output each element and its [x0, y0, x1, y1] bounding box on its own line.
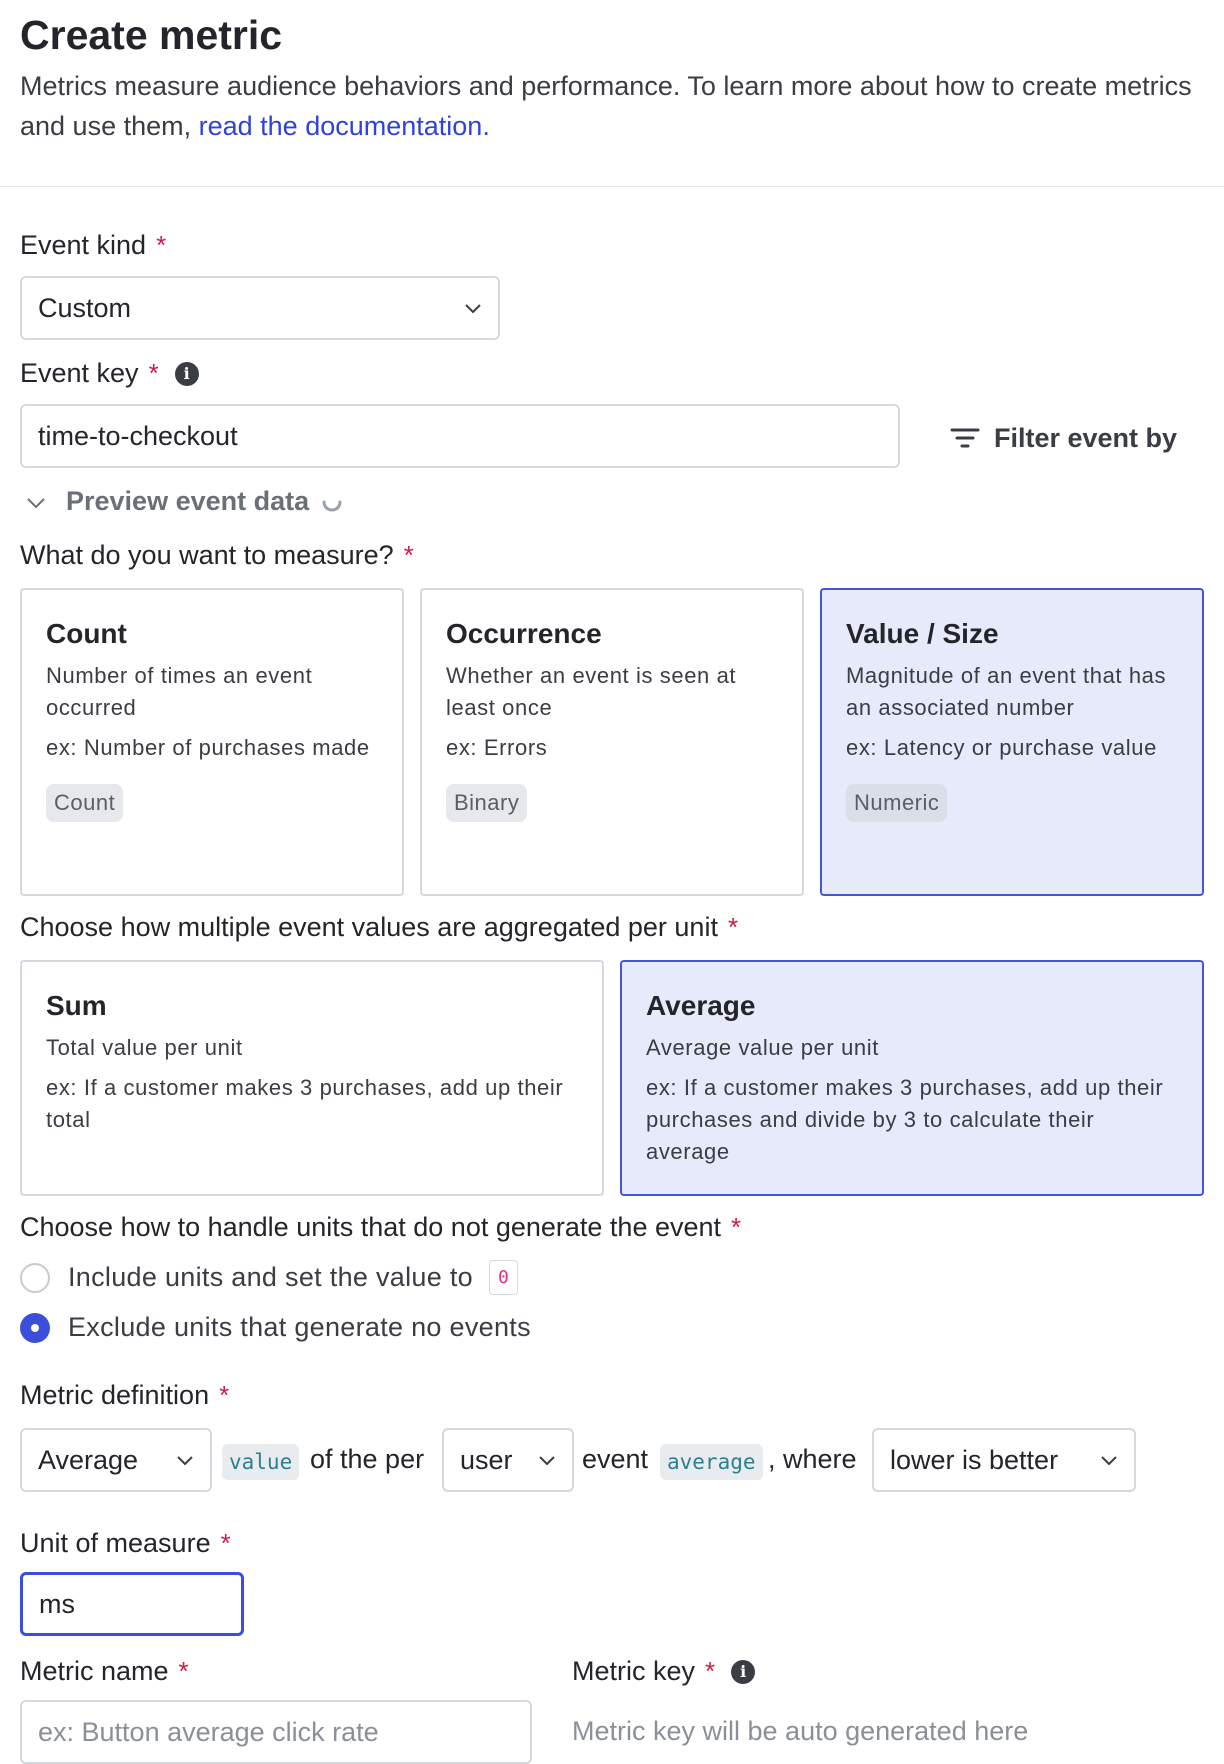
chevron-down-icon [177, 1456, 193, 1466]
include-units-radio[interactable] [20, 1262, 50, 1293]
required-asterisk: * [220, 1528, 231, 1558]
event-key-label: Event key * i [20, 358, 199, 389]
card-tag: Binary [446, 784, 528, 822]
event-text: event [582, 1444, 649, 1474]
metric-key-placeholder: Metric key will be auto generated here [572, 1716, 1029, 1746]
card-description: Whether an event is seen at least once [446, 663, 737, 720]
card-description: Total value per unit [46, 1035, 243, 1060]
card-example: ex: If a customer makes 3 purchases, add… [646, 1075, 1164, 1164]
card-title: Average [646, 990, 756, 1021]
card-title: Value / Size [846, 618, 999, 649]
exclude-units-label: Exclude units that generate no events [68, 1312, 531, 1342]
chevron-down-icon [27, 497, 45, 508]
aggregation-label-text: Choose how multiple event values are agg… [20, 912, 718, 942]
page-title: Create metric [20, 12, 283, 58]
aggregation-option-sum[interactable]: Sum Total value per unit ex: If a custom… [20, 960, 604, 1196]
preview-event-data-toggle[interactable]: Preview event data [26, 486, 343, 517]
card-description: Magnitude of an event that has an associ… [846, 663, 1167, 720]
preview-event-data-label: Preview event data [66, 486, 310, 516]
value-code-chip: value [222, 1444, 300, 1480]
exclude-units-option[interactable]: Exclude units that generate no events [20, 1312, 531, 1343]
measure-option-count[interactable]: Count Number of times an event occurred … [20, 588, 404, 896]
metric-key-field: Metric key will be auto generated here [572, 1716, 1028, 1747]
include-units-option[interactable]: Include units and set the value to 0 [20, 1260, 519, 1295]
event-kind-select[interactable]: Custom [20, 276, 500, 340]
unit-value: user [460, 1444, 513, 1475]
aggregate-value: Average [38, 1444, 139, 1475]
card-description: Number of times an event occurred [46, 663, 313, 720]
loading-spinner-icon [322, 500, 342, 511]
measure-option-value-size[interactable]: Value / Size Magnitude of an event that … [820, 588, 1204, 896]
measure-option-occurrence[interactable]: Occurrence Whether an event is seen at l… [420, 588, 804, 896]
exclude-units-radio[interactable] [20, 1312, 50, 1343]
header-divider [0, 186, 1224, 187]
info-icon[interactable]: i [731, 1659, 756, 1684]
card-example: ex: Number of purchases made [46, 735, 370, 760]
required-asterisk: * [727, 912, 739, 942]
metric-name-placeholder: ex: Button average click rate [38, 1716, 379, 1747]
unit-of-measure-value: ms [39, 1588, 75, 1619]
card-tag: Numeric [846, 784, 948, 822]
filter-event-button[interactable]: Filter event by [950, 418, 1177, 458]
unit-of-measure-label-text: Unit of measure [20, 1528, 211, 1558]
documentation-link[interactable]: read the documentation. [199, 111, 490, 141]
card-title: Occurrence [446, 618, 602, 649]
event-kind-label: Event kind * [20, 230, 166, 261]
metric-name-label: Metric name * [20, 1656, 189, 1687]
missing-units-label: Choose how to handle units that do not g… [20, 1212, 741, 1243]
required-asterisk: * [156, 230, 167, 260]
card-example: ex: If a customer makes 3 purchases, add… [46, 1075, 564, 1132]
include-value-code: 0 [488, 1260, 519, 1295]
card-tag: Count [46, 784, 124, 822]
average-code-chip: average [660, 1444, 763, 1480]
where-text: , where [768, 1444, 857, 1474]
include-units-label: Include units and set the value to [68, 1262, 473, 1292]
card-example: ex: Errors [446, 735, 548, 760]
card-title: Count [46, 618, 127, 649]
info-icon[interactable]: i [174, 361, 199, 386]
filter-event-label: Filter event by [994, 422, 1178, 453]
required-asterisk: * [403, 540, 414, 570]
of-the-per-text: of the per [310, 1444, 425, 1474]
event-key-label-text: Event key [20, 358, 139, 388]
filter-icon [950, 428, 980, 448]
success-criteria-value: lower is better [890, 1444, 1059, 1475]
required-asterisk: * [705, 1656, 716, 1686]
event-kind-value: Custom [38, 292, 132, 323]
chevron-down-icon [1101, 1456, 1117, 1466]
event-key-value: time-to-checkout [38, 420, 238, 451]
metric-key-label-text: Metric key [572, 1656, 696, 1686]
success-criteria-select[interactable]: lower is better [872, 1428, 1136, 1492]
measure-label: What do you want to measure? * [20, 540, 414, 571]
required-asterisk: * [219, 1380, 230, 1410]
card-example: ex: Latency or purchase value [846, 735, 1157, 760]
metric-definition-label: Metric definition * [20, 1380, 229, 1411]
aggregation-option-average[interactable]: Average Average value per unit ex: If a … [620, 960, 1204, 1196]
card-description: Average value per unit [646, 1035, 879, 1060]
chevron-down-icon [539, 1456, 555, 1466]
card-title: Sum [46, 990, 107, 1021]
metric-definition-label-text: Metric definition [20, 1380, 210, 1410]
required-asterisk: * [731, 1212, 742, 1242]
unit-select[interactable]: user [442, 1428, 574, 1492]
missing-units-label-text: Choose how to handle units that do not g… [20, 1212, 722, 1242]
page-description-text: Metrics measure audience behaviors and p… [20, 71, 1192, 141]
required-asterisk: * [148, 358, 159, 388]
metric-key-label: Metric key * i [572, 1656, 756, 1687]
metric-name-label-text: Metric name [20, 1656, 169, 1686]
event-kind-label-text: Event kind [20, 230, 147, 260]
required-asterisk: * [178, 1656, 189, 1686]
metric-name-input[interactable]: ex: Button average click rate [20, 1700, 532, 1764]
event-key-input[interactable]: time-to-checkout [20, 404, 900, 468]
page-description: Metrics measure audience behaviors and p… [20, 66, 1200, 146]
aggregation-label: Choose how multiple event values are agg… [20, 912, 738, 943]
unit-of-measure-label: Unit of measure * [20, 1528, 231, 1559]
chevron-down-icon [465, 304, 481, 314]
measure-label-text: What do you want to measure? [20, 540, 394, 570]
aggregate-select[interactable]: Average [20, 1428, 212, 1492]
unit-of-measure-input[interactable]: ms [20, 1572, 244, 1636]
